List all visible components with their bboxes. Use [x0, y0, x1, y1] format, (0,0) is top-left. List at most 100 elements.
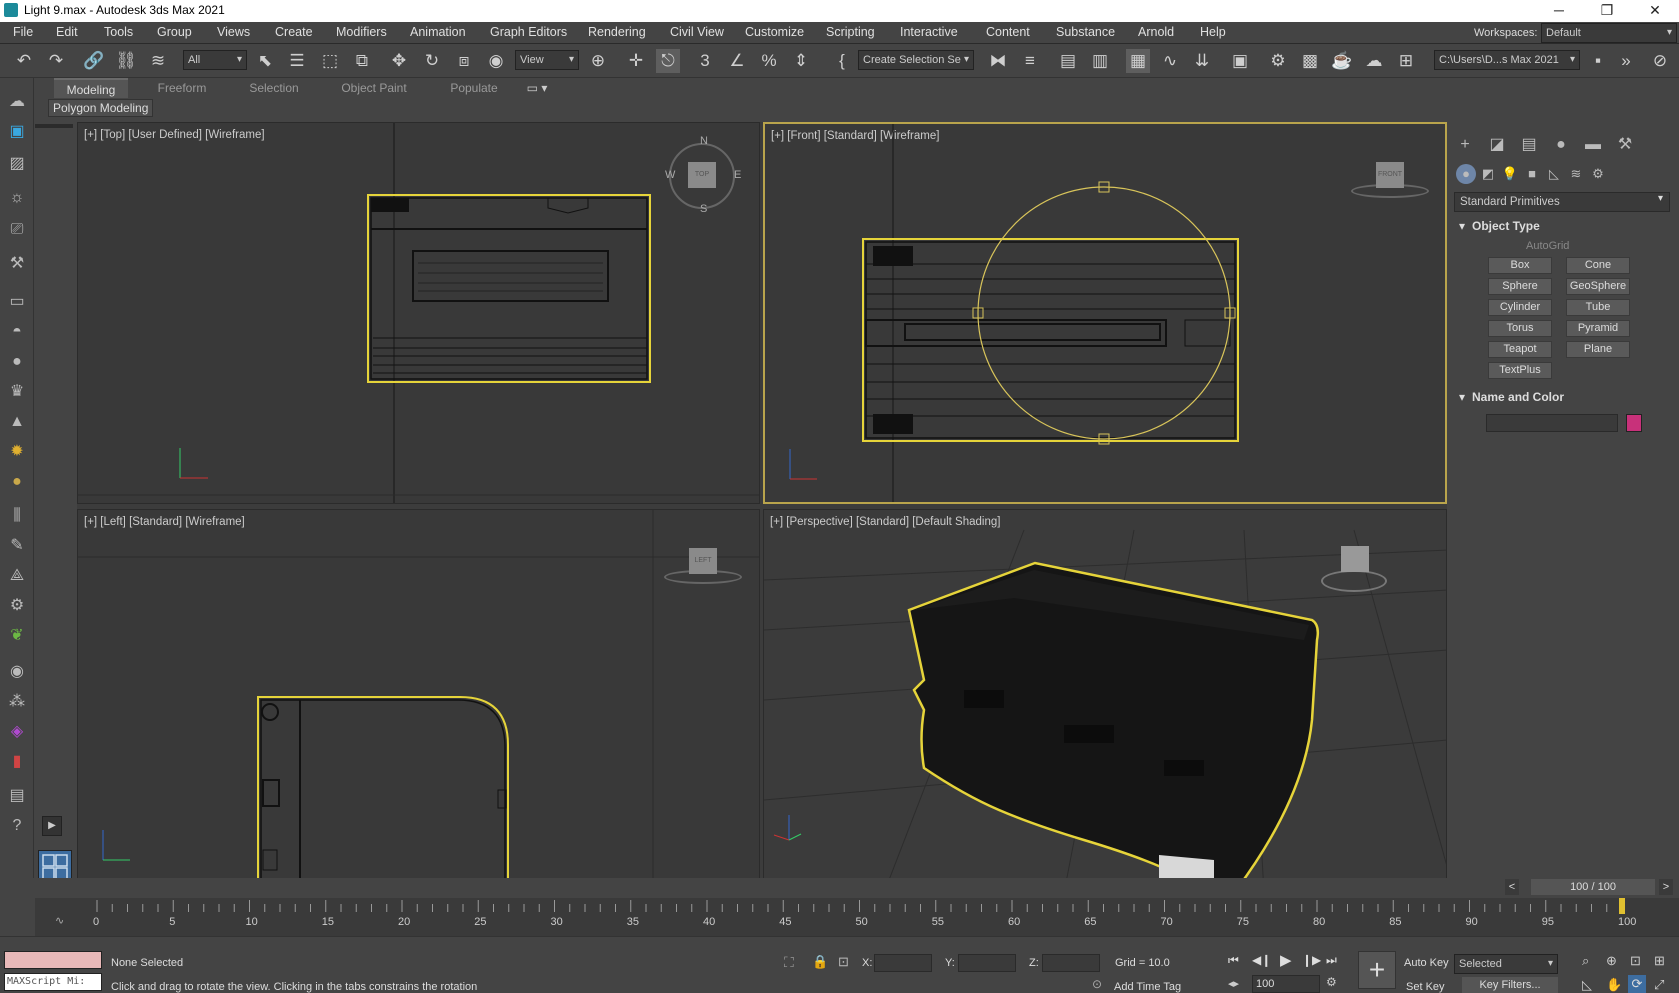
render-gallery-icon[interactable]: ⊞	[1394, 49, 1418, 73]
z-coordinate-input[interactable]	[1042, 954, 1100, 972]
menu-graph-editors[interactable]: Graph Editors	[490, 25, 567, 39]
move-icon[interactable]: ✥	[387, 49, 411, 73]
gear-icon[interactable]: ⚙	[5, 594, 29, 618]
menu-tools[interactable]: Tools	[104, 25, 133, 39]
torus-button[interactable]: Torus	[1488, 320, 1552, 337]
play-icon[interactable]: ▶	[1280, 951, 1292, 969]
time-prev-button[interactable]: <	[1505, 879, 1519, 895]
zoom-extents-all-icon[interactable]: ⊞	[1654, 953, 1665, 969]
go-to-end-icon[interactable]: ⏭	[1326, 953, 1337, 968]
helpers-icon[interactable]: ◺	[1544, 164, 1564, 184]
viewcube-front[interactable]: FRONT	[1376, 162, 1404, 188]
sphere-icon[interactable]: ●	[5, 350, 29, 374]
light-icon[interactable]: ☼	[5, 186, 29, 210]
minimize-button[interactable]: ─	[1536, 0, 1582, 22]
viewcube-top[interactable]: TOP	[688, 162, 716, 188]
textplus-button[interactable]: TextPlus	[1488, 362, 1552, 379]
current-frame-input[interactable]: 100	[1252, 975, 1320, 993]
prev-frame-icon[interactable]: ◀❙	[1252, 953, 1271, 967]
viewport-perspective[interactable]: [+] [Perspective] [Standard] [Default Sh…	[763, 509, 1447, 892]
tab-object-paint[interactable]: Object Paint	[324, 78, 424, 98]
cone-icon[interactable]: ▲	[5, 410, 29, 434]
menu-customize[interactable]: Customize	[745, 25, 804, 39]
menu-scripting[interactable]: Scripting	[826, 25, 875, 39]
orbit-icon[interactable]: ⟳	[1628, 975, 1646, 993]
x-coordinate-input[interactable]	[874, 954, 932, 972]
create-geometry-icon[interactable]: ☁	[5, 90, 29, 114]
unlink-icon[interactable]: ⛓	[114, 49, 138, 73]
camera-icon[interactable]: ⎚	[5, 218, 29, 242]
menu-group[interactable]: Group	[157, 25, 192, 39]
spacewarps-icon[interactable]: ≋	[1566, 164, 1586, 184]
help-icon[interactable]: ?	[5, 814, 29, 838]
object-color-swatch[interactable]	[1626, 414, 1642, 432]
play-mini-icon[interactable]: ▶	[42, 816, 62, 836]
place-icon[interactable]: ◉	[484, 49, 508, 73]
menu-create[interactable]: Create	[275, 25, 313, 39]
pan-icon[interactable]: ✋	[1606, 977, 1622, 993]
menu-rendering[interactable]: Rendering	[588, 25, 646, 39]
tab-populate[interactable]: Populate	[434, 78, 514, 98]
angle-snap-icon[interactable]: ∠	[725, 49, 749, 73]
rect-selection-icon[interactable]: ⬚	[318, 49, 342, 73]
go-to-start-icon[interactable]: ⏮	[1228, 953, 1239, 968]
render-setup-icon[interactable]: ⚙	[1266, 49, 1290, 73]
viewport-top[interactable]: [+] [Top] [User Defined] [Wireframe] TOP…	[77, 122, 760, 504]
y-coordinate-input[interactable]	[958, 954, 1016, 972]
sphere-button[interactable]: Sphere	[1488, 278, 1552, 295]
link-icon[interactable]: 🔗	[82, 49, 106, 73]
edit-named-selection-icon[interactable]: {	[830, 49, 854, 73]
schematic-view-icon[interactable]: ⇊	[1190, 49, 1214, 73]
project-folder-icon[interactable]: ▪	[1586, 49, 1610, 73]
zoom-icon[interactable]: ⌕	[1582, 953, 1589, 969]
box-button[interactable]: Box	[1488, 257, 1552, 274]
geometry-icon[interactable]: ●	[1456, 164, 1476, 184]
geosphere-button[interactable]: GeoSphere	[1566, 278, 1630, 295]
window-crossing-icon[interactable]: ⧉	[350, 49, 374, 73]
material-editor-icon[interactable]: ▣	[1228, 49, 1252, 73]
rotate-icon[interactable]: ↻	[420, 49, 444, 73]
plane-button[interactable]: Plane	[1566, 341, 1630, 358]
key-filters-button[interactable]: Key Filters...	[1462, 977, 1558, 993]
time-tag-icon[interactable]: ⊙	[1092, 977, 1102, 991]
render-cloud-icon[interactable]: ☁	[1362, 49, 1386, 73]
maxscript-input[interactable]: MAXScript Mi:	[4, 973, 102, 991]
maxscript-listener-top[interactable]	[4, 951, 102, 969]
create-shape-icon[interactable]: ▣	[5, 120, 29, 144]
substance-icon[interactable]: ◈	[5, 720, 29, 744]
redo-icon[interactable]: ↷	[44, 49, 68, 73]
menu-file[interactable]: File	[13, 25, 33, 39]
key-set-dropdown[interactable]: Selected	[1454, 954, 1558, 974]
pivot-center-icon[interactable]: ⊕	[586, 49, 610, 73]
menu-animation[interactable]: Animation	[410, 25, 466, 39]
key-mode-icon[interactable]: ◂▸	[1228, 977, 1239, 990]
primitive-category-dropdown[interactable]: Standard Primitives	[1454, 192, 1670, 212]
arnold-icon[interactable]: ▮	[5, 750, 29, 774]
object-name-input[interactable]	[1486, 414, 1618, 432]
sphere-shaded-icon[interactable]: ◉	[5, 660, 29, 684]
isolate-selection-icon[interactable]: ⛶	[784, 954, 794, 971]
brush-icon[interactable]: ✎	[5, 534, 29, 558]
absolute-mode-icon[interactable]: ⊡	[838, 954, 849, 970]
zoom-all-icon[interactable]: ⊕	[1606, 953, 1617, 969]
toolbar-end-icon[interactable]: ⊘	[1648, 49, 1672, 73]
tab-modeling[interactable]: Modeling	[54, 78, 128, 98]
toolbar-overflow-icon[interactable]: »	[1614, 49, 1638, 73]
cylinder-button[interactable]: Cylinder	[1488, 299, 1552, 316]
spinner-snap-icon[interactable]: ⇕	[789, 49, 813, 73]
lights-icon[interactable]: 💡	[1500, 164, 1520, 184]
hemisphere-icon[interactable]: ◓	[5, 320, 29, 344]
ribbon-toggle-icon[interactable]: ▦	[1126, 49, 1150, 73]
menu-interactive[interactable]: Interactive	[900, 25, 958, 39]
select-manipulate-icon[interactable]: ✛	[624, 49, 648, 73]
bind-spacewarp-icon[interactable]: ≋	[146, 49, 170, 73]
rendered-frame-icon[interactable]: ▩	[1298, 49, 1322, 73]
field-of-view-icon[interactable]: ◺	[1582, 977, 1592, 993]
viewcube-perspective[interactable]	[1341, 546, 1369, 572]
crown-icon[interactable]: ♛	[5, 380, 29, 404]
image-icon[interactable]: ▨	[5, 152, 29, 176]
curve-editor-icon[interactable]: ∿	[1158, 49, 1182, 73]
display-tab-icon[interactable]: ▬	[1580, 133, 1606, 157]
menu-help[interactable]: Help	[1200, 25, 1226, 39]
viewcube-ring-persp[interactable]	[1321, 570, 1387, 592]
